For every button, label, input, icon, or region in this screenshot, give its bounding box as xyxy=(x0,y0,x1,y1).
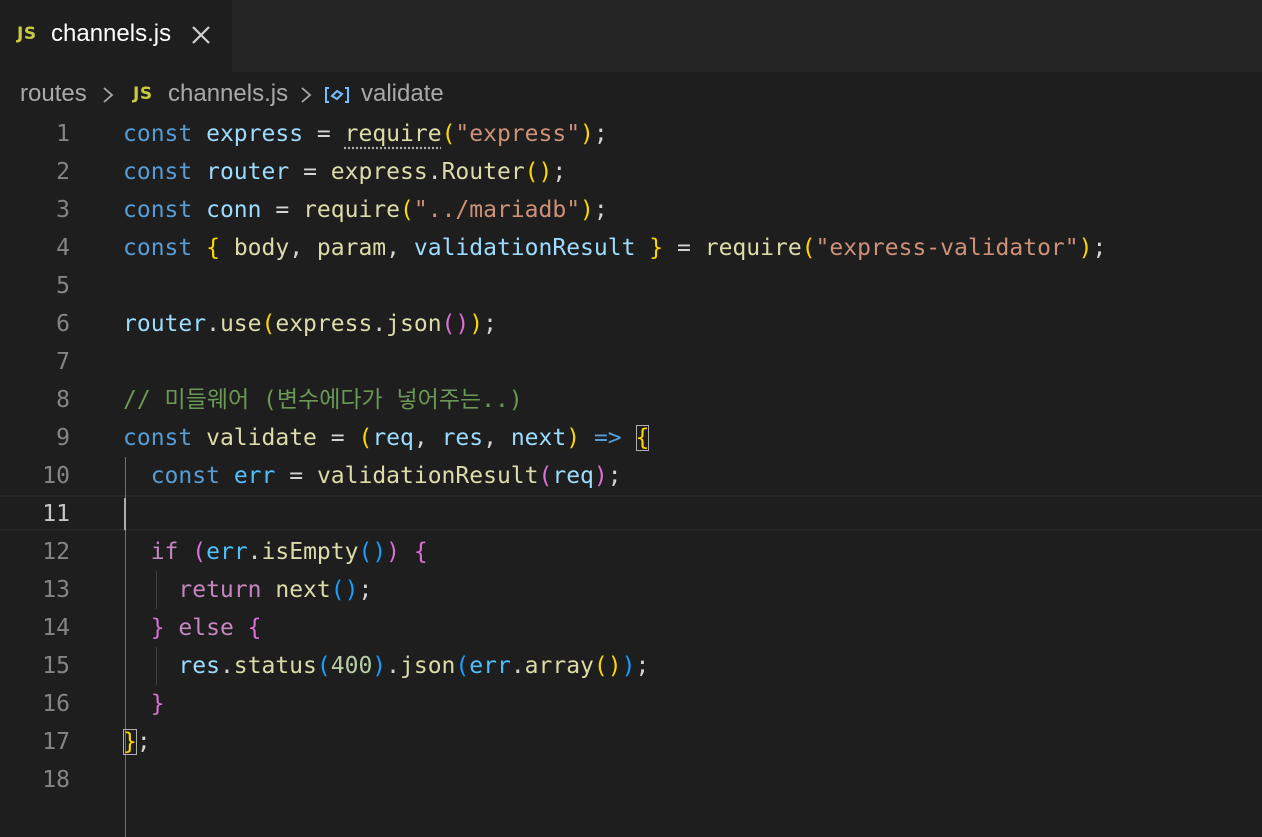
code-editor[interactable]: 1 const express = require("express"); 2 … xyxy=(0,115,1262,837)
line-number: 11 xyxy=(42,501,70,527)
code-line[interactable]: 14 } else { xyxy=(0,609,1262,647)
code-line[interactable]: 7 xyxy=(0,343,1262,381)
close-icon[interactable] xyxy=(190,24,212,46)
javascript-file-icon: JS xyxy=(133,84,153,104)
line-number: 18 xyxy=(42,767,70,793)
line-number: 7 xyxy=(56,349,70,375)
symbol-variable-icon xyxy=(325,87,349,103)
code-line[interactable]: 5 xyxy=(0,267,1262,305)
line-number: 5 xyxy=(56,273,70,299)
breadcrumb-folder-routes[interactable]: routes xyxy=(20,80,87,108)
code-line[interactable]: 8 // 미들웨어 (변수에다가 넣어주는..) xyxy=(0,381,1262,419)
code-text: const validate = (req, res, next) => { xyxy=(123,425,650,451)
line-number: 8 xyxy=(56,387,70,413)
line-number: 6 xyxy=(56,311,70,337)
line-number: 3 xyxy=(56,197,70,223)
code-text: return next(); xyxy=(178,577,373,603)
text-cursor xyxy=(124,498,126,530)
code-comment: // 미들웨어 (변수에다가 넣어주는..) xyxy=(123,387,523,413)
code-text: const conn = require("../mariadb"); xyxy=(123,197,608,223)
chevron-right-icon xyxy=(103,87,114,103)
line-number: 12 xyxy=(42,539,70,565)
code-text: }; xyxy=(123,729,151,755)
javascript-file-icon: JS xyxy=(17,24,37,44)
code-text: router.use(express.json()); xyxy=(123,311,497,337)
line-number: 9 xyxy=(56,425,70,451)
line-number: 14 xyxy=(42,615,70,641)
code-text: const express = require("express"); xyxy=(123,121,608,147)
line-number: 1 xyxy=(56,121,70,147)
breadcrumb: routes JS channels.js validate xyxy=(0,72,1262,118)
code-text: res.status(400).json(err.array()); xyxy=(178,653,650,679)
code-text: if (err.isEmpty()) { xyxy=(150,539,428,565)
code-text: } xyxy=(150,691,165,717)
breadcrumb-file[interactable]: channels.js xyxy=(168,80,288,108)
code-line[interactable]: 16 } xyxy=(0,685,1262,723)
code-line[interactable]: 10 const err = validationResult(req); xyxy=(0,457,1262,495)
line-number: 2 xyxy=(56,159,70,185)
code-line[interactable]: 3 const conn = require("../mariadb"); xyxy=(0,191,1262,229)
code-line-active[interactable]: 11 xyxy=(0,495,1262,533)
line-number: 15 xyxy=(42,653,70,679)
code-line[interactable]: 2 const router = express.Router(); xyxy=(0,153,1262,191)
line-number: 10 xyxy=(42,463,70,489)
code-text: const err = validationResult(req); xyxy=(150,463,622,489)
tab-title: channels.js xyxy=(51,20,172,47)
code-text: } else { xyxy=(150,615,262,641)
tab-channels-js[interactable]: JS channels.js xyxy=(0,0,232,72)
chevron-right-icon xyxy=(301,87,312,103)
code-text: const { body, param, validationResult } … xyxy=(123,235,1107,261)
code-line[interactable]: 17 }; xyxy=(0,723,1262,761)
line-number: 16 xyxy=(42,691,70,717)
code-line[interactable]: 18 xyxy=(0,761,1262,799)
code-line[interactable]: 13 return next(); xyxy=(0,571,1262,609)
code-line[interactable]: 12 if (err.isEmpty()) { xyxy=(0,533,1262,571)
code-text: const router = express.Router(); xyxy=(123,159,567,185)
line-number: 4 xyxy=(56,235,70,261)
tab-bar: JS channels.js xyxy=(0,0,1262,72)
breadcrumb-symbol[interactable]: validate xyxy=(361,80,444,108)
code-line[interactable]: 9 const validate = (req, res, next) => { xyxy=(0,419,1262,457)
code-line[interactable]: 1 const express = require("express"); xyxy=(0,115,1262,153)
line-number: 17 xyxy=(42,729,70,755)
code-line[interactable]: 15 res.status(400).json(err.array()); xyxy=(0,647,1262,685)
code-line[interactable]: 6 router.use(express.json()); xyxy=(0,305,1262,343)
code-line[interactable]: 4 const { body, param, validationResult … xyxy=(0,229,1262,267)
line-number: 13 xyxy=(42,577,70,603)
